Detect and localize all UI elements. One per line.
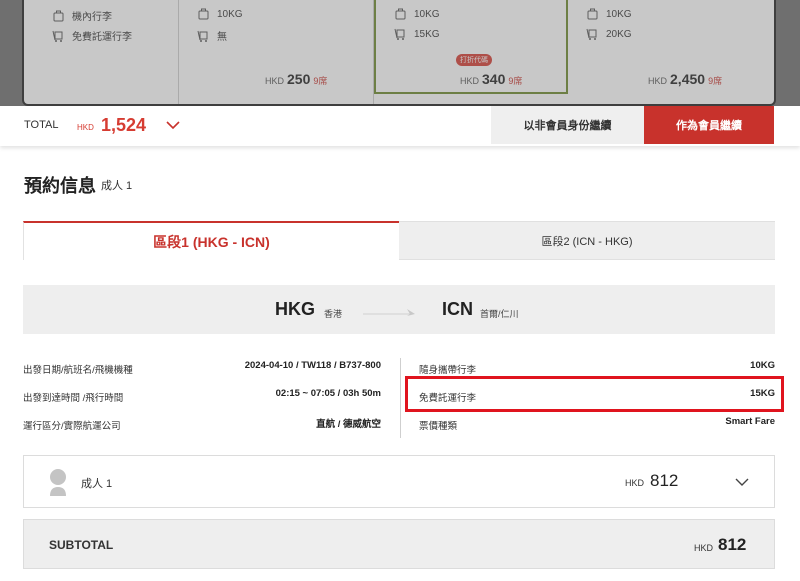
flight-details: 出發日期/航班名/飛機機種 2024-04-10 / TW118 / B737-… — [23, 358, 381, 438]
free-checked-label: 免費託運行李 — [72, 32, 132, 43]
cabin-baggage-label: 機內行李 — [72, 12, 112, 23]
detail-row: 出發到達時間 /飛行時間 02:15 ~ 07:05 / 03h 50m — [23, 388, 381, 404]
promo-code-badge: 打折代碼 — [456, 54, 492, 66]
tab-segment-2[interactable]: 區段2 (ICN - HKG) — [399, 221, 775, 260]
checked-value: 15KG — [414, 28, 440, 40]
checked-value: 無 — [217, 32, 227, 43]
continue-as-member-button[interactable]: 作為會員繼續 — [644, 106, 774, 144]
avatar-icon — [48, 468, 68, 497]
total-label: TOTAL — [24, 119, 59, 131]
suitcase-icon — [197, 8, 209, 20]
cabin-value: 10KG — [414, 8, 440, 20]
origin-name: 香港 — [324, 309, 343, 319]
total-bar: TOTAL HKD 1,524 以非會員身份繼續 作為會員繼續 — [0, 106, 800, 146]
suitcase-icon — [52, 10, 64, 22]
continue-as-guest-button[interactable]: 以非會員身份繼續 — [491, 106, 644, 144]
fare-price: HKD 250 9席 — [265, 71, 328, 87]
page-title: 預約信息 — [24, 176, 96, 196]
detail-row: 運行區分/實際航運公司 直航 / 德威航空 — [23, 419, 381, 432]
luggage-cart-icon — [394, 28, 406, 40]
destination-name: 首爾/仁川 — [480, 309, 519, 319]
fare-label-column: 機內行李 免費託運行李 — [34, 0, 179, 104]
passenger-label: 成人 1 — [81, 478, 113, 490]
passenger-currency: HKD — [625, 478, 645, 488]
subtotal-currency: HKD — [694, 543, 714, 553]
fare-option-smart[interactable]: 10KG 15KG 打折代碼 HKD 340 9席 — [374, 0, 568, 94]
total-currency: HKD — [77, 123, 94, 132]
total-amount: 1,524 — [101, 115, 147, 135]
suitcase-icon — [586, 8, 598, 20]
chevron-down-icon[interactable] — [734, 475, 750, 489]
passenger-count: 成人 1 — [101, 180, 133, 192]
passenger-amount: 812 — [650, 471, 679, 490]
subtotal-amount: 812 — [718, 535, 747, 554]
fare-price: HKD 340 9席 — [460, 71, 523, 87]
detail-row: 隨身攜帶行李 10KG — [419, 360, 775, 376]
luggage-cart-icon — [197, 30, 209, 42]
passenger-row[interactable]: 成人 1 HKD 812 — [23, 455, 775, 508]
chevron-down-icon[interactable] — [165, 118, 181, 132]
fare-option-plus[interactable]: 10KG 20KG HKD 2,450 9席 — [568, 0, 766, 104]
highlight-box — [405, 376, 784, 412]
route-summary: HKG 香港 ICN 首爾/仁川 — [23, 285, 775, 334]
fare-option-basic[interactable]: 10KG 無 HKD 250 9席 — [179, 0, 374, 104]
luggage-cart-icon — [52, 30, 64, 42]
cabin-value: 10KG — [217, 8, 243, 20]
luggage-cart-icon — [586, 28, 598, 40]
suitcase-icon — [394, 8, 406, 20]
detail-row: 票價種類 Smart Fare — [419, 416, 775, 432]
segment-tabs: 區段1 (HKG - ICN) 區段2 (ICN - HKG) — [23, 221, 775, 260]
airplane-icon — [363, 305, 423, 317]
origin-code: HKG — [275, 299, 315, 319]
checked-value: 20KG — [606, 28, 632, 40]
tab-segment-1[interactable]: 區段1 (HKG - ICN) — [23, 221, 399, 260]
fare-price: HKD 2,450 9席 — [648, 71, 723, 87]
detail-row: 出發日期/航班名/飛機機種 2024-04-10 / TW118 / B737-… — [23, 360, 381, 376]
destination-code: ICN — [442, 299, 473, 319]
cabin-value: 10KG — [606, 8, 632, 20]
subtotal-row: SUBTOTAL HKD 812 — [23, 519, 775, 569]
subtotal-label: SUBTOTAL — [49, 538, 114, 552]
fare-options-panel: 機內行李 免費託運行李 10KG 無 HKD 250 9席 10KG 15KG 打折… — [22, 0, 776, 106]
